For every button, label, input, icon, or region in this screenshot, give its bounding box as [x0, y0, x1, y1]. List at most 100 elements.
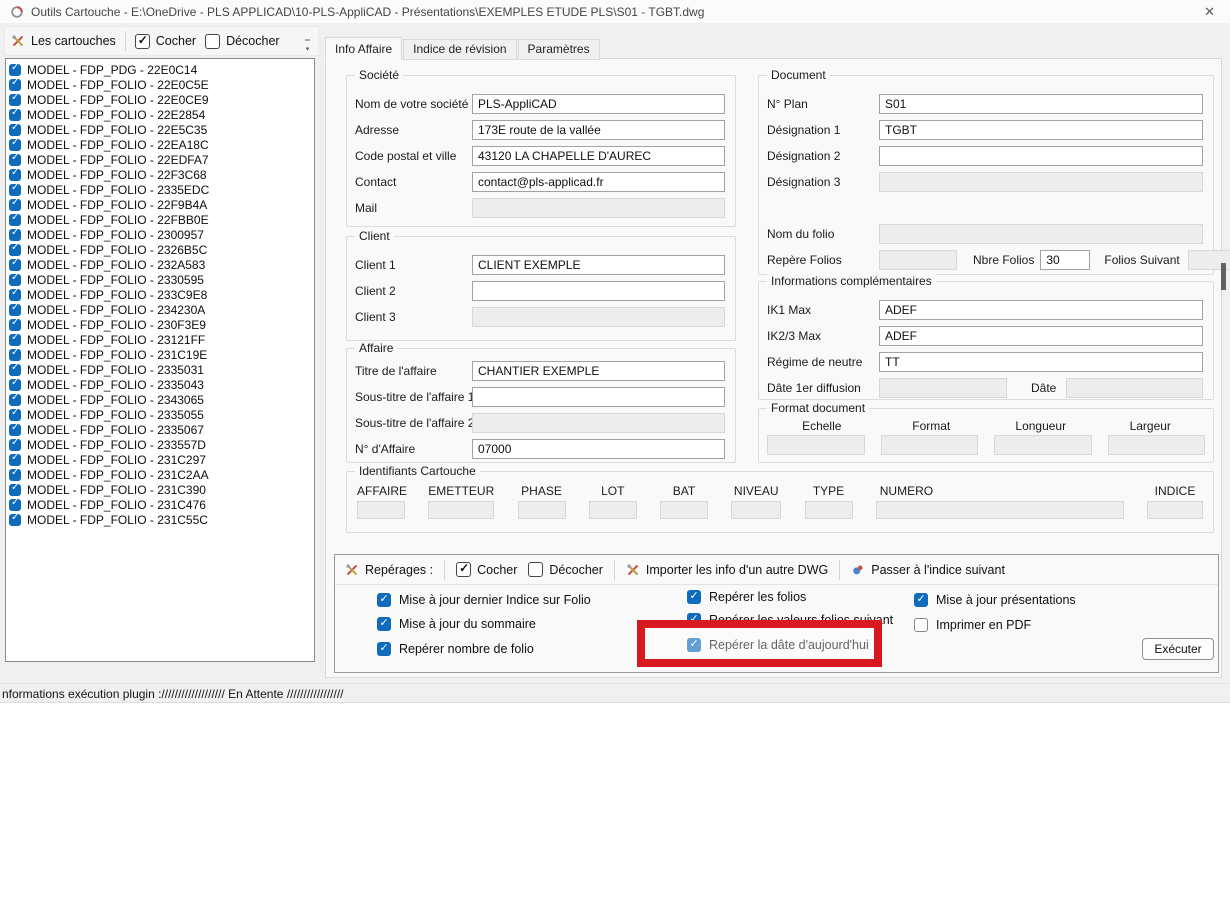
item-checkbox-checked-icon[interactable] [9, 64, 21, 76]
item-checkbox-checked-icon[interactable] [9, 424, 21, 436]
checkbox-maj-sommaire[interactable]: Mise à jour du sommaire [377, 616, 536, 632]
cartouche-list[interactable]: MODEL - FDP_PDG - 22E0C14 MODEL - FDP_FO… [5, 58, 315, 662]
list-item[interactable]: MODEL - FDP_FOLIO - 230F3E9 [9, 317, 314, 332]
item-checkbox-checked-icon[interactable] [9, 319, 21, 331]
item-checkbox-checked-icon[interactable] [9, 79, 21, 91]
list-item[interactable]: MODEL - FDP_FOLIO - 2335043 [9, 377, 314, 392]
tab-info-affaire[interactable]: Info Affaire [325, 37, 402, 61]
checkbox-imprimer-pdf[interactable]: Imprimer en PDF [914, 617, 1031, 633]
item-checkbox-checked-icon[interactable] [9, 439, 21, 451]
list-item[interactable]: MODEL - FDP_FOLIO - 231C55C [9, 512, 314, 527]
tab-indice-de-revision[interactable]: Indice de révision [403, 39, 516, 60]
societe-contact-input[interactable] [472, 172, 725, 192]
client-2-input[interactable] [472, 281, 725, 301]
item-checkbox-checked-icon[interactable] [9, 274, 21, 286]
item-checkbox-checked-icon[interactable] [9, 259, 21, 271]
item-checkbox-checked-icon[interactable] [9, 499, 21, 511]
checkbox-reperer-date-aujourdhui[interactable]: Repérer la dâte d'aujourd'hui [687, 637, 869, 653]
item-checkbox-checked-icon[interactable] [9, 229, 21, 241]
scrollbar-thumb[interactable] [1221, 263, 1226, 290]
document-designation-1-input[interactable] [879, 120, 1203, 140]
item-checkbox-checked-icon[interactable] [9, 334, 21, 346]
checkbox-maj-dernier-indice[interactable]: Mise à jour dernier Indice sur Folio [377, 592, 591, 608]
item-checkbox-checked-icon[interactable] [9, 469, 21, 481]
tab-parametres[interactable]: Paramètres [518, 39, 600, 60]
cocher-checkbox[interactable]: Cocher [135, 34, 196, 49]
list-item[interactable]: MODEL - FDP_FOLIO - 233557D [9, 437, 314, 452]
item-checkbox-checked-icon[interactable] [9, 244, 21, 256]
executer-button[interactable]: Exécuter [1142, 638, 1214, 660]
item-checkbox-checked-icon[interactable] [9, 94, 21, 106]
list-item[interactable]: MODEL - FDP_PDG - 22E0C14 [9, 62, 314, 77]
list-item[interactable]: MODEL - FDP_FOLIO - 2335031 [9, 362, 314, 377]
item-checkbox-checked-icon[interactable] [9, 139, 21, 151]
list-item[interactable]: MODEL - FDP_FOLIO - 2335EDC [9, 182, 314, 197]
list-item[interactable]: MODEL - FDP_FOLIO - 2300957 [9, 227, 314, 242]
list-item[interactable]: MODEL - FDP_FOLIO - 22E0CE9 [9, 92, 314, 107]
affaire-numero-input[interactable] [472, 439, 725, 459]
list-item[interactable]: MODEL - FDP_FOLIO - 2335055 [9, 407, 314, 422]
item-checkbox-checked-icon[interactable] [9, 484, 21, 496]
reperages-button[interactable]: Repérages : [345, 563, 433, 577]
list-item[interactable]: MODEL - FDP_FOLIO - 22F9B4A [9, 197, 314, 212]
list-item[interactable]: MODEL - FDP_FOLIO - 231C390 [9, 482, 314, 497]
list-item[interactable]: MODEL - FDP_FOLIO - 22F3C68 [9, 167, 314, 182]
societe-adresse-input[interactable] [472, 120, 725, 140]
list-item[interactable]: MODEL - FDP_FOLIO - 22E5C35 [9, 122, 314, 137]
document-nbre-folios-input[interactable] [1040, 250, 1090, 270]
item-checkbox-checked-icon[interactable] [9, 199, 21, 211]
document-designation-2-input[interactable] [879, 146, 1203, 166]
list-item[interactable]: MODEL - FDP_FOLIO - 231C2AA [9, 467, 314, 482]
checkbox-reperer-nombre-folio[interactable]: Repérer nombre de folio [377, 641, 534, 657]
item-checkbox-checked-icon[interactable] [9, 154, 21, 166]
list-item[interactable]: MODEL - FDP_FOLIO - 22FBB0E [9, 212, 314, 227]
decocher-checkbox[interactable]: Décocher [205, 34, 280, 49]
item-checkbox-checked-icon[interactable] [9, 394, 21, 406]
societe-nom-input[interactable] [472, 94, 725, 114]
regime-neutre-input[interactable] [879, 352, 1203, 372]
toolbar-overflow-icon[interactable] [303, 36, 312, 55]
list-item[interactable]: MODEL - FDP_FOLIO - 22E2854 [9, 107, 314, 122]
close-icon[interactable] [1199, 4, 1220, 20]
reperages-cocher-checkbox[interactable]: Cocher [456, 562, 517, 577]
item-checkbox-checked-icon[interactable] [9, 304, 21, 316]
item-checkbox-checked-icon[interactable] [9, 184, 21, 196]
affaire-sous-titre-1-input[interactable] [472, 387, 725, 407]
item-checkbox-checked-icon[interactable] [9, 214, 21, 226]
list-item[interactable]: MODEL - FDP_FOLIO - 2326B5C [9, 242, 314, 257]
item-checkbox-checked-icon[interactable] [9, 124, 21, 136]
checkbox-reperer-folios[interactable]: Repérer les folios [687, 589, 806, 605]
list-item[interactable]: MODEL - FDP_FOLIO - 2335067 [9, 422, 314, 437]
affaire-titre-input[interactable] [472, 361, 725, 381]
ik1-max-input[interactable] [879, 300, 1203, 320]
item-checkbox-checked-icon[interactable] [9, 109, 21, 121]
list-item[interactable]: MODEL - FDP_FOLIO - 233C9E8 [9, 287, 314, 302]
document-num-plan-input[interactable] [879, 94, 1203, 114]
list-item[interactable]: MODEL - FDP_FOLIO - 231C476 [9, 497, 314, 512]
list-item[interactable]: MODEL - FDP_FOLIO - 231C297 [9, 452, 314, 467]
item-checkbox-checked-icon[interactable] [9, 514, 21, 526]
list-item[interactable]: MODEL - FDP_FOLIO - 2330595 [9, 272, 314, 287]
item-checkbox-checked-icon[interactable] [9, 409, 21, 421]
list-item[interactable]: MODEL - FDP_FOLIO - 232A583 [9, 257, 314, 272]
passer-indice-button[interactable]: Passer à l'indice suivant [851, 563, 1005, 577]
reperages-decocher-checkbox[interactable]: Décocher [528, 562, 603, 577]
importer-dwg-button[interactable]: Importer les info d'un autre DWG [626, 563, 828, 577]
list-item[interactable]: MODEL - FDP_FOLIO - 22EDFA7 [9, 152, 314, 167]
list-item[interactable]: MODEL - FDP_FOLIO - 22E0C5E [9, 77, 314, 92]
item-checkbox-checked-icon[interactable] [9, 364, 21, 376]
societe-code-postal-input[interactable] [472, 146, 725, 166]
item-checkbox-checked-icon[interactable] [9, 349, 21, 361]
client-1-input[interactable] [472, 255, 725, 275]
item-checkbox-checked-icon[interactable] [9, 169, 21, 181]
item-checkbox-checked-icon[interactable] [9, 454, 21, 466]
list-item[interactable]: MODEL - FDP_FOLIO - 231C19E [9, 347, 314, 362]
les-cartouches-button[interactable]: Les cartouches [11, 34, 116, 48]
list-item[interactable]: MODEL - FDP_FOLIO - 22EA18C [9, 137, 314, 152]
checkbox-maj-presentations[interactable]: Mise à jour présentations [914, 592, 1076, 608]
list-item[interactable]: MODEL - FDP_FOLIO - 23121FF [9, 332, 314, 347]
list-item[interactable]: MODEL - FDP_FOLIO - 2343065 [9, 392, 314, 407]
item-checkbox-checked-icon[interactable] [9, 289, 21, 301]
list-item[interactable]: MODEL - FDP_FOLIO - 234230A [9, 302, 314, 317]
checkbox-reperer-valeurs-folios-suivant[interactable]: Repérer les valeurs folios suivant [687, 612, 893, 628]
